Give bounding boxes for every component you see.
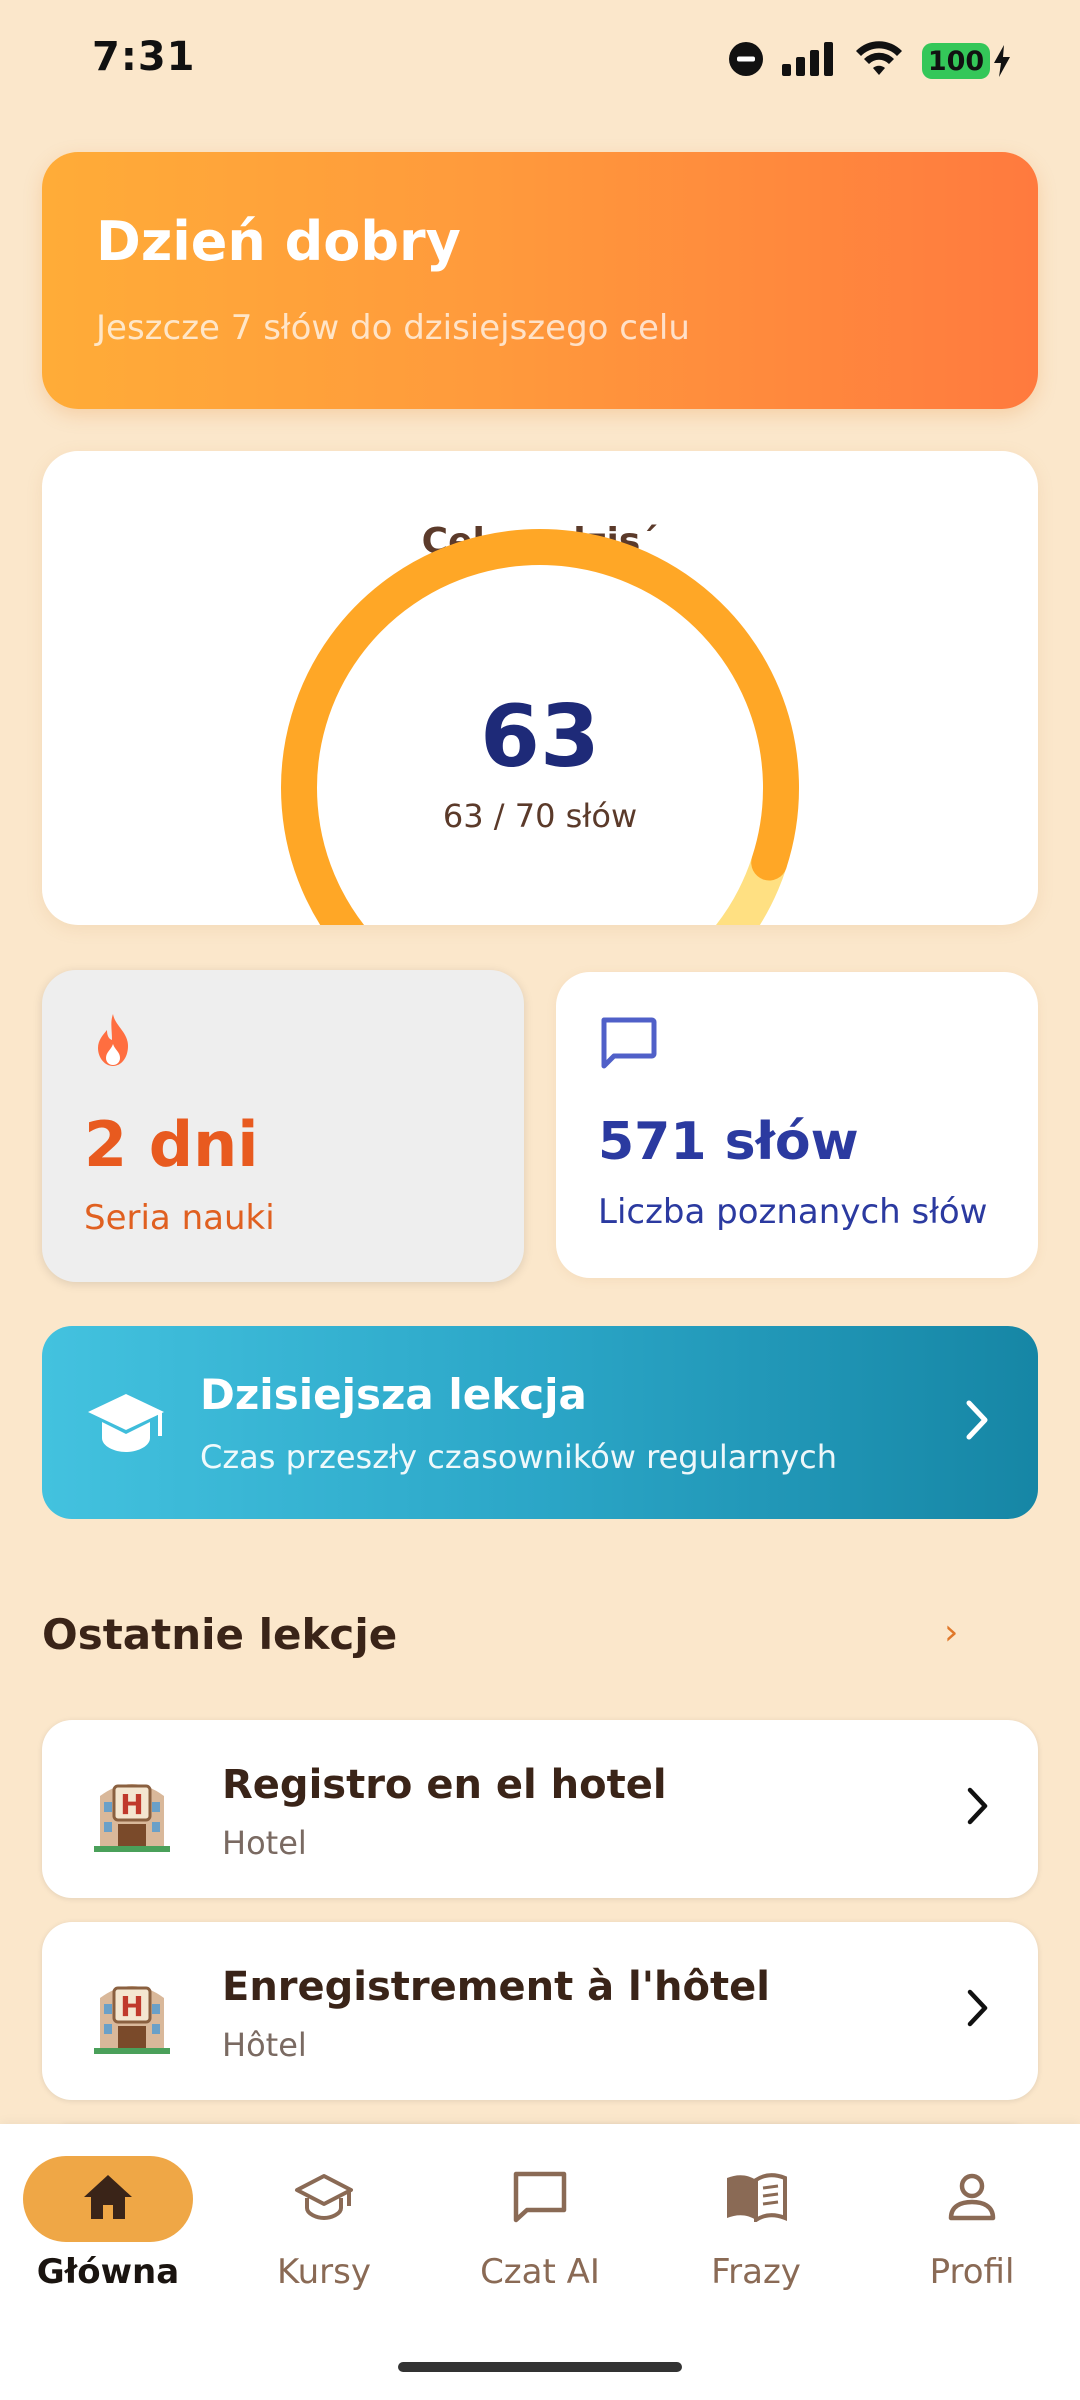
nav-label: Profil <box>929 2252 1015 2292</box>
today-lesson-banner[interactable]: Dzisiejsza lekcja Czas przeszły czasowni… <box>42 1326 1038 1519</box>
recent-lesson-item[interactable]: H Registro en el hotel Hotel <box>42 1720 1038 1898</box>
recent-lesson-item[interactable]: H Enregistrement à l'hôtel Hôtel <box>42 1922 1038 2100</box>
nav-label: Frazy <box>711 2252 801 2292</box>
nav-label: Czat AI <box>480 2252 600 2292</box>
recent-lessons-more-link[interactable]: › <box>944 1612 958 1653</box>
svg-text:H: H <box>120 1990 143 2023</box>
svg-text:H: H <box>120 1788 143 1821</box>
status-icons: 100 <box>728 38 1010 84</box>
goal-value: 63 <box>480 687 600 787</box>
streak-value: 2 dni <box>84 1108 259 1181</box>
nav-item-phrases[interactable]: Frazy <box>666 2156 846 2316</box>
chevron-right-icon <box>966 1786 990 1830</box>
battery-level: 100 <box>927 45 985 77</box>
recent-lessons-heading: Ostatnie lekcje <box>42 1610 398 1659</box>
nav-item-home[interactable]: Główna <box>18 2156 198 2316</box>
chevron-right-icon <box>964 1398 990 1446</box>
home-icon <box>82 2173 134 2225</box>
recent-lesson-title: Enregistrement à l'hôtel <box>222 1964 770 2010</box>
recent-lesson-title: Registro en el hotel <box>222 1762 667 1808</box>
today-lesson-title: Dzisiejsza lekcja <box>200 1370 587 1419</box>
battery-icon: 100 <box>922 43 1010 79</box>
charging-icon <box>992 45 1012 84</box>
goal-progress-text: 63 / 70 słów <box>442 797 638 835</box>
nav-item-courses[interactable]: Kursy <box>234 2156 414 2316</box>
today-lesson-subtitle: Czas przeszły czasowników regularnych <box>200 1438 838 1476</box>
status-bar: 7:31 100 <box>0 0 1080 120</box>
hotel-icon: H <box>90 1974 174 2058</box>
recent-lesson-subtitle: Hotel <box>222 1824 307 1862</box>
dnd-icon <box>728 41 764 81</box>
nav-item-profile[interactable]: Profil <box>882 2156 1062 2316</box>
graduation-cap-icon <box>86 1388 166 1462</box>
known-words-card[interactable]: 571 słów Liczba poznanych słów <box>556 972 1038 1278</box>
greeting-subtitle: Jeszcze 7 słów do dzisiejszego celu <box>96 308 690 348</box>
home-indicator <box>398 2362 682 2372</box>
book-icon <box>725 2172 787 2226</box>
daily-goal-card[interactable]: Cel na dzis´ 63 63 / 70 słów <box>42 451 1038 925</box>
hotel-icon: H <box>90 1772 174 1856</box>
graduation-cap-icon <box>293 2172 355 2226</box>
flame-icon <box>88 1012 138 1072</box>
status-time: 7:31 <box>92 34 196 80</box>
home-screen: 7:31 100 Dzień dobry Jeszcze 7 słów do d… <box>0 0 1080 2400</box>
greeting-title: Dzień dobry <box>96 210 461 273</box>
known-words-value: 571 słów <box>598 1112 859 1172</box>
wifi-icon <box>854 41 904 81</box>
person-icon <box>947 2172 997 2226</box>
nav-label: Kursy <box>277 2252 371 2292</box>
streak-card[interactable]: 2 dni Seria nauki <box>42 970 524 1282</box>
bottom-navigation: Główna Kursy Czat AI Frazy Profil <box>0 2124 1080 2400</box>
chat-icon <box>512 2170 568 2228</box>
nav-label: Główna <box>36 2252 180 2292</box>
streak-label: Seria nauki <box>84 1198 275 1238</box>
known-words-label: Liczba poznanych słów <box>598 1192 988 1232</box>
greeting-banner: Dzień dobry Jeszcze 7 słów do dzisiejsze… <box>42 152 1038 409</box>
chevron-right-icon <box>966 1988 990 2032</box>
recent-lesson-subtitle: Hôtel <box>222 2026 307 2064</box>
signal-icon <box>782 42 836 80</box>
nav-item-ai-chat[interactable]: Czat AI <box>450 2156 630 2316</box>
chat-bubble-icon <box>598 1016 658 1076</box>
